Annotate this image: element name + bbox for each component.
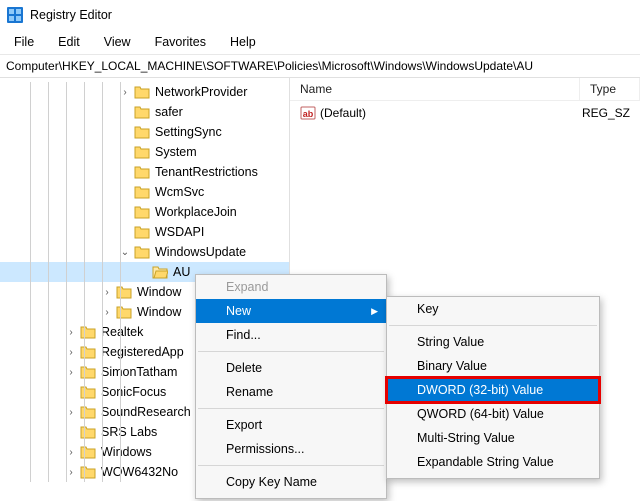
ctx-new-binary[interactable]: Binary Value [387, 354, 599, 378]
tree-item-label: Window [137, 305, 181, 319]
folder-icon [134, 225, 150, 239]
list-header: Name Type [290, 78, 640, 101]
ctx-permissions[interactable]: Permissions... [196, 437, 386, 461]
chevron-right-icon: ▶ [371, 306, 378, 317]
folder-icon [134, 125, 150, 139]
folder-icon [80, 365, 96, 379]
folder-icon [80, 385, 96, 399]
address-bar[interactable]: Computer\HKEY_LOCAL_MACHINE\SOFTWARE\Pol… [0, 55, 640, 78]
tree-item-label: RegisteredApp [101, 345, 184, 359]
ctx-new-key[interactable]: Key [387, 297, 599, 321]
tree-guide-line [120, 82, 121, 482]
folder-icon [116, 285, 132, 299]
ctx-find[interactable]: Find... [196, 323, 386, 347]
tree-item-label: WorkplaceJoin [155, 205, 237, 219]
ctx-new-qword[interactable]: QWORD (64-bit) Value [387, 402, 599, 426]
ctx-rename[interactable]: Rename [196, 380, 386, 404]
ctx-delete[interactable]: Delete [196, 356, 386, 380]
tree-guide-line [66, 82, 67, 482]
tree-item[interactable]: WorkplaceJoin [0, 202, 289, 222]
tree-item-label: WSDAPI [155, 225, 204, 239]
tree-item-label: WindowsUpdate [155, 245, 246, 259]
separator [198, 408, 384, 409]
reg-string-icon: ab [300, 105, 316, 121]
tree-guide-line [30, 82, 31, 482]
folder-icon [80, 325, 96, 339]
folder-icon [134, 165, 150, 179]
tree-item[interactable]: ⌄WindowsUpdate [0, 242, 289, 262]
tree-item-label: Windows [101, 445, 152, 459]
tree-item[interactable]: ›NetworkProvider [0, 82, 289, 102]
ctx-new-multistring[interactable]: Multi-String Value [387, 426, 599, 450]
folder-icon [80, 345, 96, 359]
folder-icon [134, 105, 150, 119]
menu-file[interactable]: File [4, 32, 44, 52]
ctx-new-expandstring[interactable]: Expandable String Value [387, 450, 599, 474]
folder-icon [134, 85, 150, 99]
tree-item[interactable]: TenantRestrictions [0, 162, 289, 182]
tree-guide-line [48, 82, 49, 482]
column-name[interactable]: Name [290, 78, 580, 101]
tree-item-label: NetworkProvider [155, 85, 247, 99]
ctx-export[interactable]: Export [196, 413, 386, 437]
ctx-new-label: New [226, 304, 251, 318]
ctx-new-dword[interactable]: DWORD (32-bit) Value [387, 378, 599, 402]
separator [198, 351, 384, 352]
tree-guide-line [102, 82, 103, 482]
ctx-new-string[interactable]: String Value [387, 330, 599, 354]
window-title: Registry Editor [30, 8, 112, 22]
context-menu: Expand New ▶ Find... Delete Rename Expor… [195, 274, 387, 499]
ctx-expand[interactable]: Expand [196, 275, 386, 299]
tree-item-label: WcmSvc [155, 185, 204, 199]
tree-item-label: SoundResearch [101, 405, 191, 419]
menu-edit[interactable]: Edit [48, 32, 90, 52]
menu-favorites[interactable]: Favorites [145, 32, 216, 52]
context-submenu-new: Key String Value Binary Value DWORD (32-… [386, 296, 600, 479]
tree-item-label: safer [155, 105, 183, 119]
tree-item-label: SonicFocus [101, 385, 166, 399]
value-type: REG_SZ [572, 104, 640, 122]
tree-item-label: System [155, 145, 197, 159]
menubar: File Edit View Favorites Help [0, 30, 640, 55]
tree-item-label: Realtek [101, 325, 143, 339]
ctx-new[interactable]: New ▶ [196, 299, 386, 323]
tree-item-label: WOW6432No [101, 465, 178, 479]
tree-guide-line [84, 82, 85, 482]
list-row[interactable]: ab (Default) REG_SZ [290, 101, 640, 125]
folder-icon [152, 265, 168, 279]
tree-item[interactable]: safer [0, 102, 289, 122]
menu-help[interactable]: Help [220, 32, 266, 52]
separator [389, 325, 597, 326]
ctx-copy-key-name[interactable]: Copy Key Name [196, 470, 386, 494]
folder-icon [134, 205, 150, 219]
tree-item-label: TenantRestrictions [155, 165, 258, 179]
folder-icon [116, 305, 132, 319]
folder-icon [134, 185, 150, 199]
folder-icon [80, 445, 96, 459]
tree-item[interactable]: SettingSync [0, 122, 289, 142]
tree-item[interactable]: WSDAPI [0, 222, 289, 242]
tree-item-label: AU [173, 265, 190, 279]
folder-icon [134, 145, 150, 159]
svg-text:ab: ab [303, 109, 314, 119]
tree-item-label: SRS Labs [101, 425, 157, 439]
titlebar: Registry Editor [0, 0, 640, 30]
folder-icon [80, 405, 96, 419]
tree-item-label: SimonTatham [101, 365, 177, 379]
tree-item-label: SettingSync [155, 125, 222, 139]
tree-item[interactable]: System [0, 142, 289, 162]
menu-view[interactable]: View [94, 32, 141, 52]
column-type[interactable]: Type [580, 78, 640, 101]
folder-icon [80, 425, 96, 439]
folder-icon [134, 245, 150, 259]
regedit-icon [6, 6, 24, 24]
tree-item-label: Window [137, 285, 181, 299]
value-name: (Default) [320, 106, 366, 120]
folder-icon [80, 465, 96, 479]
tree-item[interactable]: WcmSvc [0, 182, 289, 202]
separator [198, 465, 384, 466]
